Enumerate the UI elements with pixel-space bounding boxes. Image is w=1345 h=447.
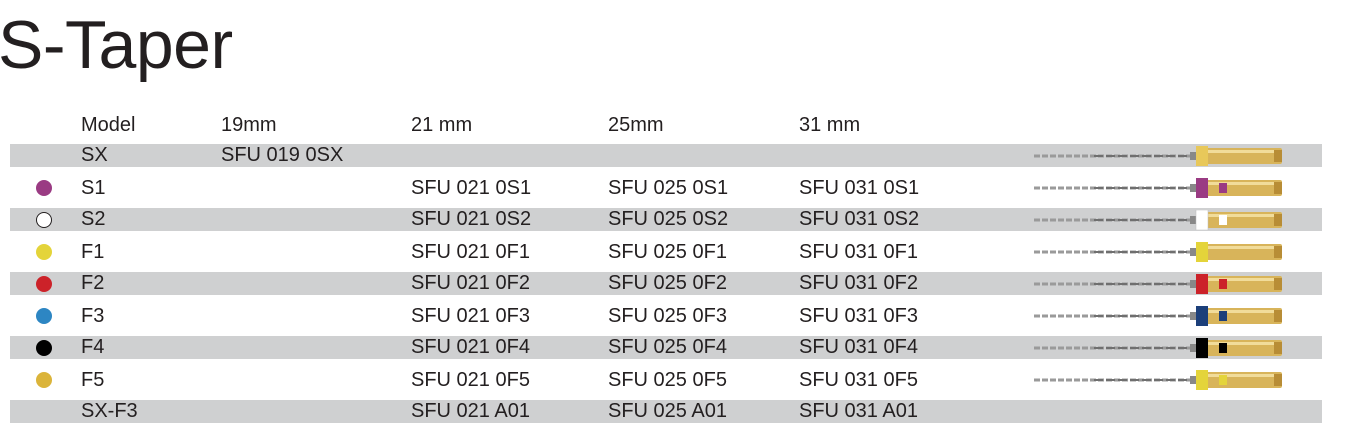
color-code-dot-icon	[36, 211, 52, 228]
file-instrument-icon	[1034, 273, 1282, 294]
cell-25mm: SFU 025 0F3	[608, 304, 727, 327]
color-code-dot-icon	[36, 339, 52, 356]
file-instrument-icon	[1034, 337, 1282, 358]
color-code-dot-icon	[36, 275, 52, 292]
cell-25mm: SFU 025 0S1	[608, 176, 729, 199]
cell-21mm: SFU 021 0S2	[411, 208, 532, 230]
cell-21mm: SFU 021 0S1	[411, 176, 532, 199]
header-21mm: 21 mm	[411, 113, 473, 136]
table-row: S2 SFU 021 0S2 SFU 025 0S2 SFU 031 0S2	[10, 208, 1322, 231]
header-19mm: 19mm	[221, 113, 277, 136]
cell-19mm: SFU 019 0SX	[221, 144, 344, 166]
table-row: F4 SFU 021 0F4 SFU 025 0F4 SFU 031 0F4	[10, 336, 1322, 359]
cell-31mm: SFU 031 0F5	[799, 368, 918, 391]
header-model: Model	[81, 113, 136, 136]
cell-31mm: SFU 031 0F1	[799, 240, 918, 263]
table-row: F1 SFU 021 0F1 SFU 025 0F1 SFU 031 0F1	[10, 236, 1322, 268]
cell-31mm: SFU 031 0S2	[799, 208, 920, 230]
file-instrument-icon	[1034, 178, 1282, 198]
file-instrument-icon	[1034, 209, 1282, 230]
model-cell: SX	[81, 144, 108, 166]
cell-31mm: SFU 031 0F4	[799, 336, 918, 358]
cell-21mm: SFU 021 0F2	[411, 272, 530, 294]
cell-21mm: SFU 021 0F5	[411, 368, 530, 391]
cell-21mm: SFU 021 A01	[411, 400, 530, 422]
file-instrument-icon	[1034, 242, 1282, 262]
cell-25mm: SFU 025 A01	[608, 400, 727, 422]
file-instrument-icon	[1034, 370, 1282, 390]
cell-25mm: SFU 025 0S2	[608, 208, 729, 230]
page-title: S-Taper	[0, 7, 233, 83]
table-row: F2 SFU 021 0F2 SFU 025 0F2 SFU 031 0F2	[10, 272, 1322, 295]
cell-31mm: SFU 031 0F3	[799, 304, 918, 327]
color-code-dot-icon	[36, 308, 52, 324]
cell-31mm: SFU 031 A01	[799, 400, 918, 422]
table-row: F5 SFU 021 0F5 SFU 025 0F5 SFU 031 0F5	[10, 364, 1322, 396]
cell-21mm: SFU 021 0F3	[411, 304, 530, 327]
table-row: F3 SFU 021 0F3 SFU 025 0F3 SFU 031 0F3	[10, 300, 1322, 332]
color-code-dot-icon	[36, 372, 52, 388]
header-25mm: 25mm	[608, 113, 664, 136]
cell-21mm: SFU 021 0F1	[411, 240, 530, 263]
cell-21mm: SFU 021 0F4	[411, 336, 530, 358]
cell-25mm: SFU 025 0F1	[608, 240, 727, 263]
color-code-dot-icon	[36, 244, 52, 260]
table-row: SX-F3 SFU 021 A01 SFU 025 A01 SFU 031 A01	[10, 400, 1322, 423]
model-cell: F2	[81, 272, 105, 294]
model-cell: S2	[81, 208, 106, 230]
cell-25mm: SFU 025 0F4	[608, 336, 727, 358]
model-cell: S1	[81, 176, 106, 199]
table-row: SX SFU 019 0SX	[10, 144, 1322, 167]
model-cell: F1	[81, 240, 105, 263]
model-cell: SX-F3	[81, 400, 138, 422]
model-cell: F4	[81, 336, 105, 358]
color-code-dot-icon	[36, 180, 52, 196]
product-table: Model 19mm 21 mm 25mm 31 mm SX SFU 019 0S…	[10, 110, 1322, 428]
cell-25mm: SFU 025 0F2	[608, 272, 727, 294]
model-cell: F5	[81, 368, 105, 391]
cell-25mm: SFU 025 0F5	[608, 368, 727, 391]
table-row: S1 SFU 021 0S1 SFU 025 0S1 SFU 031 0S1	[10, 172, 1322, 204]
file-instrument-icon	[1034, 145, 1282, 166]
model-cell: F3	[81, 304, 105, 327]
cell-31mm: SFU 031 0F2	[799, 272, 918, 294]
table-header: Model 19mm 21 mm 25mm 31 mm	[10, 110, 1322, 140]
file-instrument-icon	[1034, 306, 1282, 326]
cell-31mm: SFU 031 0S1	[799, 176, 920, 199]
header-31mm: 31 mm	[799, 113, 861, 136]
